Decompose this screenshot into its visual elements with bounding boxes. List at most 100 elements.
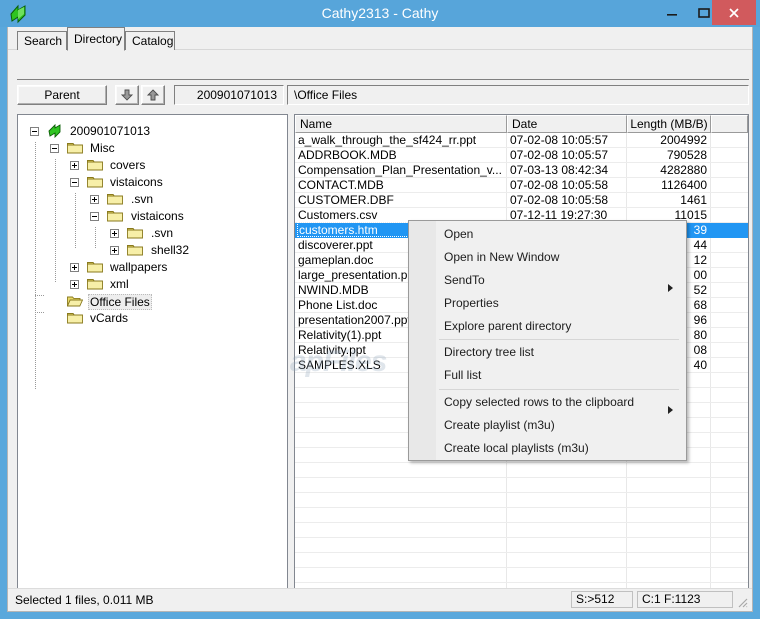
context-menu-item-create-playlist[interactable]: Create playlist (m3u) bbox=[410, 414, 686, 437]
cell-date: 07-02-08 10:05:57 bbox=[510, 133, 609, 147]
toolbar: Parent 200901071013 \Office Files bbox=[17, 85, 749, 113]
folder-icon bbox=[127, 226, 143, 239]
tree-line bbox=[35, 312, 45, 313]
cell-date: 07-03-13 08:42:34 bbox=[510, 163, 609, 177]
table-row[interactable]: CONTACT.MDB 07-02-08 10:05:58 1126400 bbox=[295, 178, 748, 193]
context-menu-item-properties[interactable]: Properties bbox=[410, 292, 686, 315]
directory-tree-panel[interactable]: 200901071013 Misc covers vistaicons .svn… bbox=[17, 114, 288, 611]
context-menu-item-directory-tree-list[interactable]: Directory tree list bbox=[410, 341, 686, 364]
expander-icon[interactable] bbox=[70, 263, 79, 272]
row-divider bbox=[295, 492, 748, 493]
column-header-name[interactable]: Name bbox=[295, 115, 507, 133]
context-menu-item-open[interactable]: Open bbox=[410, 223, 686, 246]
minimize-button[interactable] bbox=[656, 0, 688, 25]
column-header-filler[interactable] bbox=[711, 115, 748, 133]
row-divider bbox=[295, 567, 748, 568]
expander-icon[interactable] bbox=[110, 229, 119, 238]
status-bar: Selected 1 files, 0.011 MB S:>512 C:1 F:… bbox=[8, 588, 752, 611]
expander-icon[interactable] bbox=[90, 212, 99, 221]
context-menu-item-open-in-new-window[interactable]: Open in New Window bbox=[410, 246, 686, 269]
status-counts: C:1 F:1123 bbox=[637, 591, 733, 608]
expander-icon[interactable] bbox=[70, 280, 79, 289]
column-header-date[interactable]: Date bbox=[507, 115, 627, 133]
tab-directory[interactable]: Directory bbox=[67, 27, 125, 51]
folder-icon bbox=[87, 175, 103, 188]
tree-item-label: .svn bbox=[151, 226, 174, 240]
cell-length: 790528 bbox=[666, 148, 707, 162]
status-sectors: S:>512 bbox=[571, 591, 633, 608]
tree-item-label: covers bbox=[110, 158, 146, 172]
tree-line bbox=[95, 227, 96, 249]
tree-item-label: vistaicons bbox=[131, 209, 184, 223]
folder-icon bbox=[127, 243, 143, 256]
folder-icon bbox=[107, 192, 123, 205]
expander-icon[interactable] bbox=[90, 195, 99, 204]
folder-icon bbox=[107, 209, 123, 222]
cell-name: ADDRBOOK.MDB bbox=[298, 148, 397, 162]
cell-length: 2004992 bbox=[660, 133, 707, 147]
tab-search[interactable]: Search bbox=[17, 31, 67, 50]
folder-icon bbox=[67, 141, 83, 154]
context-menu-item-explore-parent-directory[interactable]: Explore parent directory bbox=[410, 315, 686, 338]
expander-icon[interactable] bbox=[70, 178, 79, 187]
row-divider bbox=[295, 552, 748, 553]
row-divider bbox=[295, 507, 748, 508]
tree-item-label: Office Files bbox=[88, 294, 152, 310]
table-row[interactable]: CUSTOMER.DBF 07-02-08 10:05:58 1461 bbox=[295, 193, 748, 208]
expander-icon[interactable] bbox=[30, 127, 39, 136]
tree-line bbox=[35, 308, 36, 390]
cell-length: 1126400 bbox=[661, 178, 707, 192]
context-menu-item-label: Create playlist (m3u) bbox=[444, 418, 555, 432]
tree-line bbox=[35, 142, 36, 308]
arrow-up-icon[interactable] bbox=[141, 85, 165, 105]
cell-length: 1461 bbox=[680, 193, 707, 207]
context-menu-item-label: Full list bbox=[444, 368, 482, 382]
tree-item-label: Misc bbox=[90, 141, 115, 155]
row-divider bbox=[295, 582, 748, 583]
context-menu-item-label: SendTo bbox=[444, 273, 485, 287]
column-header-length[interactable]: Length (MB/B) bbox=[627, 115, 711, 133]
cell-length: 4282880 bbox=[660, 163, 707, 177]
context-menu-separator bbox=[439, 389, 679, 390]
tree-item-label: xml bbox=[110, 277, 129, 291]
close-button[interactable] bbox=[712, 0, 756, 25]
context-menu-item-label: Open in New Window bbox=[444, 250, 560, 264]
application-window: Cathy2313 - Cathy File Edit Help Search … bbox=[0, 0, 760, 619]
context-menu-item-label: Open bbox=[444, 227, 474, 241]
context-menu[interactable]: Open Open in New Window SendTo Propertie… bbox=[408, 220, 687, 461]
resize-grip[interactable] bbox=[735, 595, 749, 609]
table-row[interactable]: a_walk_through_the_sf424_rr.ppt 07-02-08… bbox=[295, 133, 748, 148]
context-menu-item-label: Properties bbox=[444, 296, 499, 310]
expander-icon[interactable] bbox=[70, 161, 79, 170]
table-row[interactable]: Compensation_Plan_Presentation_v... 07-0… bbox=[295, 163, 748, 178]
context-menu-separator bbox=[439, 339, 679, 340]
context-menu-item-sendto[interactable]: SendTo bbox=[410, 269, 686, 292]
context-menu-item-full-list[interactable]: Full list bbox=[410, 364, 686, 387]
folder-open-icon bbox=[66, 294, 84, 307]
context-menu-item-create-local-playlists[interactable]: Create local playlists (m3u) bbox=[410, 437, 686, 460]
tree-line bbox=[55, 159, 56, 283]
context-menu-item-label: Explore parent directory bbox=[444, 319, 572, 333]
parent-button[interactable]: Parent bbox=[17, 85, 107, 105]
cell-name: CUSTOMER.DBF bbox=[298, 193, 394, 207]
tree-item-label: shell32 bbox=[151, 243, 190, 257]
folder-icon bbox=[87, 158, 103, 171]
expander-icon[interactable] bbox=[110, 246, 119, 255]
tree-line bbox=[35, 295, 45, 296]
context-menu-item-label: Create local playlists (m3u) bbox=[444, 441, 589, 455]
context-menu-item-copy-selected-rows[interactable]: Copy selected rows to the clipboard bbox=[410, 391, 686, 414]
tab-catalog[interactable]: Catalog bbox=[125, 31, 175, 50]
window-title: Cathy2313 - Cathy bbox=[321, 5, 439, 21]
tab-strip bbox=[17, 57, 747, 80]
cell-name: a_walk_through_the_sf424_rr.ppt bbox=[298, 133, 477, 147]
file-list-header: Name Date Length (MB/B) bbox=[295, 115, 748, 133]
arrow-down-icon[interactable] bbox=[115, 85, 139, 105]
row-divider bbox=[295, 522, 748, 523]
expander-icon[interactable] bbox=[50, 144, 59, 153]
folder-icon bbox=[87, 260, 103, 273]
path-field[interactable]: \Office Files bbox=[287, 85, 749, 105]
volume-id-field[interactable]: 200901071013 bbox=[174, 85, 284, 105]
tree-item-label: vistaicons bbox=[110, 175, 163, 189]
status-message: Selected 1 files, 0.011 MB bbox=[15, 593, 154, 607]
table-row[interactable]: ADDRBOOK.MDB 07-02-08 10:05:57 790528 bbox=[295, 148, 748, 163]
